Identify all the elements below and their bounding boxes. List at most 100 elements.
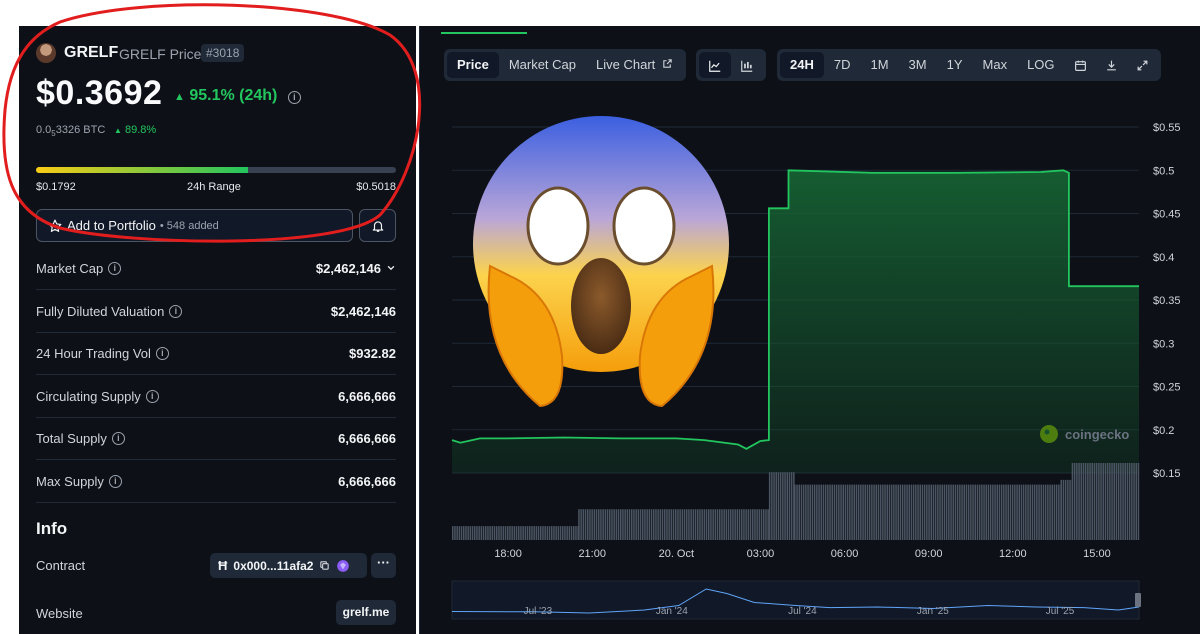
volume-bar	[1036, 484, 1038, 540]
volume-bar	[504, 526, 507, 540]
volume-bar	[701, 509, 703, 540]
stat-label: Circulating Supply i	[36, 389, 159, 404]
y-tick-label: $0.25	[1153, 382, 1181, 394]
x-tick-label: 12:00	[999, 548, 1027, 560]
volume-bar	[730, 509, 732, 540]
volume-bar	[469, 526, 472, 540]
info-heading: Info	[36, 519, 68, 538]
stat-value-text: $2,462,146	[315, 261, 381, 276]
volume-bar	[1106, 463, 1109, 540]
volume-bar	[1055, 484, 1058, 540]
volume-bar	[965, 484, 968, 540]
volume-bar	[476, 526, 478, 540]
volume-bar	[954, 484, 957, 540]
info-icon[interactable]: i	[169, 304, 183, 318]
volume-bar	[784, 472, 786, 540]
volume-bar	[564, 526, 566, 540]
volume-bar	[482, 526, 485, 540]
volume-bar	[677, 509, 679, 540]
volume-bar	[1005, 484, 1007, 540]
contract-address: 0x000...11afa2	[233, 558, 314, 573]
volume-bar	[688, 509, 690, 540]
info-icon[interactable]: i	[145, 389, 159, 403]
volume-bar	[1091, 463, 1093, 540]
info-icon[interactable]: i	[155, 347, 169, 360]
contract-address-chip[interactable]: Ħ 0x000...11afa2	[210, 553, 367, 578]
volume-bar	[794, 484, 796, 540]
info-icon[interactable]: i	[108, 474, 122, 488]
volume-bar	[1067, 479, 1069, 540]
volume-bar	[675, 509, 677, 540]
volume-bar	[644, 509, 646, 540]
volume-bar	[827, 484, 829, 540]
x-tick-label: 09:00	[915, 548, 943, 560]
volume-bar	[963, 484, 965, 540]
stat-value: 6,666,666	[338, 431, 396, 446]
volume-bar	[1029, 484, 1031, 540]
volume-bar	[945, 484, 948, 540]
volume-bar	[862, 484, 864, 540]
volume-bar	[712, 509, 714, 540]
volume-bar	[1087, 463, 1089, 540]
y-tick-label: $0.2	[1153, 425, 1174, 437]
volume-bar	[1098, 463, 1100, 540]
copy-icon[interactable]	[319, 560, 330, 571]
volume-bar	[855, 484, 858, 540]
volume-bar	[1018, 484, 1020, 540]
volume-bar	[1131, 463, 1133, 540]
stat-value[interactable]: $2,462,146	[316, 261, 396, 276]
volume-bar	[456, 526, 458, 540]
volume-bar	[529, 526, 531, 540]
info-icon[interactable]: i	[108, 262, 122, 275]
volume-bar	[882, 484, 884, 540]
volume-bar	[635, 509, 637, 540]
info-icon[interactable]: i	[111, 432, 125, 445]
x-tick-label: 21:00	[578, 548, 606, 560]
volume-bar	[562, 526, 564, 540]
website-link[interactable]: grelf.me	[336, 600, 396, 625]
volume-bar	[851, 484, 853, 540]
stat-label: Fully Diluted Valuation i	[36, 303, 183, 319]
stat-row: Total Supply i 6,666,666	[36, 418, 396, 460]
volume-bar	[587, 509, 589, 540]
navigator-tick-label: Jul '24	[788, 606, 817, 617]
volume-bar	[1126, 463, 1129, 540]
volume-bar	[873, 484, 875, 540]
volume-bar	[1071, 463, 1074, 540]
stat-row: Fully Diluted Valuation i $2,462,146	[36, 291, 396, 333]
volume-bar	[1014, 484, 1016, 540]
volume-bar	[626, 509, 629, 540]
volume-bar	[686, 509, 688, 540]
volume-bar	[653, 509, 655, 540]
volume-bar	[790, 472, 793, 540]
volume-bar	[460, 526, 463, 540]
volume-bar	[890, 484, 893, 540]
volume-bar	[1025, 484, 1027, 540]
volume-bar	[1040, 484, 1042, 540]
volume-bar	[606, 509, 609, 540]
volume-bar	[824, 484, 827, 540]
volume-bar	[452, 526, 454, 540]
volume-bar	[1078, 463, 1080, 540]
volume-bar	[683, 509, 686, 540]
more-options-button[interactable]: ···	[371, 553, 396, 578]
volume-bar	[542, 526, 544, 540]
volume-bar	[829, 484, 831, 540]
stat-label-text: Fully Diluted Valuation	[36, 303, 165, 319]
volume-bar	[833, 484, 836, 540]
navigator-tick-label: Jan '25	[917, 606, 949, 617]
x-tick-label: 06:00	[831, 548, 859, 560]
volume-bar	[454, 526, 456, 540]
volume-bar	[915, 484, 917, 540]
volume-bar	[526, 526, 529, 540]
x-tick-label: 18:00	[494, 548, 522, 560]
wallet-gem-icon[interactable]	[336, 559, 350, 573]
stat-value: 6,666,666	[338, 474, 396, 489]
volume-bar	[620, 509, 622, 540]
volume-bar	[719, 509, 721, 540]
volume-bar	[983, 484, 985, 540]
volume-bar	[1111, 463, 1113, 540]
volume-bar	[650, 509, 653, 540]
navigator-handle[interactable]	[1135, 593, 1141, 607]
y-tick-label: $0.35	[1153, 295, 1181, 307]
